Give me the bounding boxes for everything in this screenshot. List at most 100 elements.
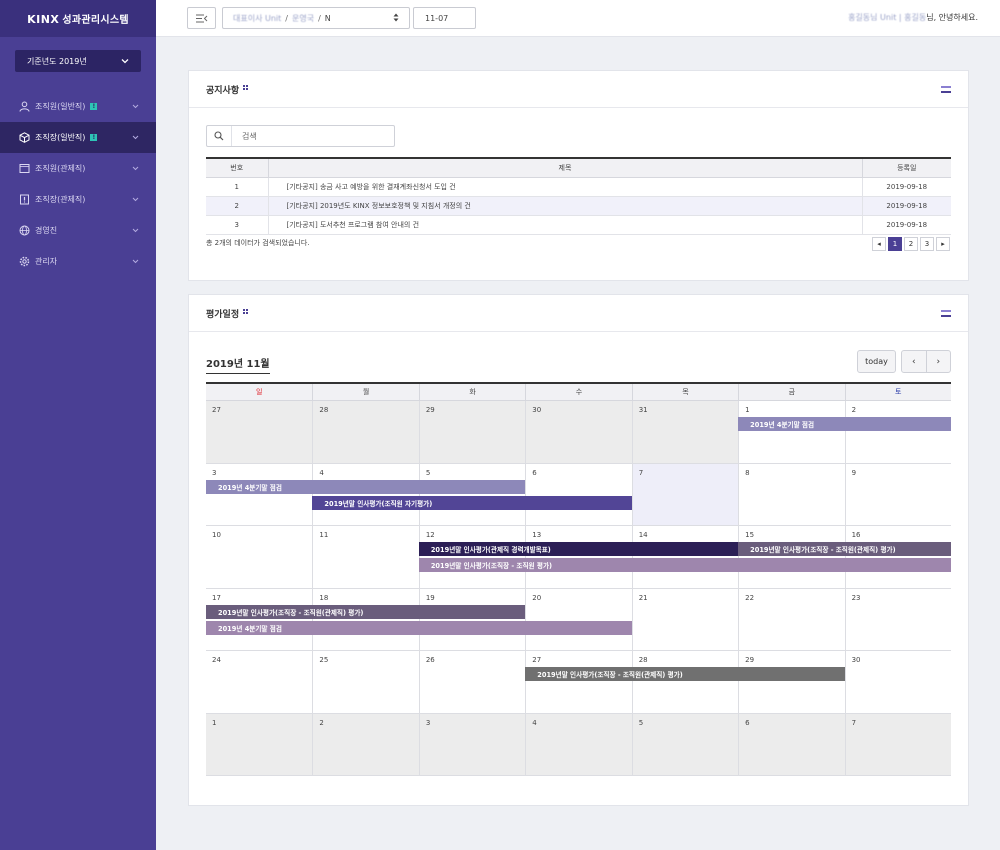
more-dots-icon[interactable] bbox=[243, 308, 249, 314]
day-number: 21 bbox=[638, 593, 648, 602]
column-header-title[interactable]: 제목 bbox=[267, 157, 862, 178]
today-button[interactable]: today bbox=[857, 350, 896, 373]
calendar-day-cell[interactable]: 3 bbox=[206, 464, 312, 526]
pagination: ◂ 1 2 3 ▸ bbox=[872, 237, 950, 251]
sidebar-item-0[interactable]: 조직원(일반직)! bbox=[0, 91, 156, 122]
page-button-1[interactable]: 1 bbox=[888, 237, 902, 251]
calendar-day-cell[interactable]: 30 bbox=[844, 651, 951, 713]
more-dots-icon[interactable] bbox=[243, 84, 249, 90]
collapse-panel-icon[interactable] bbox=[941, 309, 951, 317]
calendar-day-cell[interactable]: 28 bbox=[312, 401, 419, 463]
notice-title: 공지사항 bbox=[206, 83, 249, 96]
day-number: 20 bbox=[532, 593, 542, 602]
calendar-day-cell[interactable]: 10 bbox=[206, 526, 312, 588]
app-logo[interactable]: KINX 성과관리시스템 bbox=[27, 11, 129, 26]
page-button-3[interactable]: 3 bbox=[920, 237, 934, 251]
calendar-event[interactable]: 2019년 4분기말 점검 bbox=[206, 479, 526, 494]
sidebar-item-5[interactable]: 관리자 bbox=[0, 246, 156, 277]
calendar-day-cell[interactable]: 26 bbox=[418, 651, 525, 713]
calendar-event[interactable]: 2019년말 인사평가(조직장 - 조직원(관제직) 평가) bbox=[525, 667, 845, 681]
calendar-event[interactable]: 2019년말 인사평가(조직원 자기평가) bbox=[312, 495, 632, 510]
calendar-day-cell[interactable]: 27 bbox=[525, 651, 631, 713]
calendar-day-cell[interactable]: 7 bbox=[631, 463, 739, 525]
day-number: 27 bbox=[532, 656, 542, 664]
calendar-day-cell[interactable]: 21 bbox=[631, 588, 738, 650]
new-badge: ! bbox=[90, 134, 98, 141]
day-number: 25 bbox=[319, 656, 329, 664]
column-header-no[interactable]: 번호 bbox=[206, 157, 268, 178]
calendar-week: 17 18 19 20 21 22 23 2019년말 인사평가(조직장 - 조직원(관제직)… bbox=[206, 588, 951, 651]
calendar-day-cell[interactable]: 29 bbox=[418, 401, 526, 463]
calendar-day-cell[interactable]: 20 bbox=[525, 588, 631, 650]
calendar-day-cell[interactable]: 15 bbox=[738, 526, 844, 588]
calendar-day-cell[interactable]: 18 bbox=[312, 588, 418, 650]
calendar-day-cell[interactable]: 7 bbox=[844, 713, 951, 775]
sidebar-item-3[interactable]: 조직장(관제직) bbox=[0, 184, 156, 215]
table-row[interactable]: 1 [기타공지] 송금 사고 예방을 위한 결재계좌신청서 도입 건 2019-… bbox=[206, 177, 951, 197]
calendar-day-cell[interactable]: 16 bbox=[844, 526, 951, 588]
table-row[interactable]: 2 [기타공지] 2019년도 KINX 정보보호정책 및 지침서 개정의 건 … bbox=[206, 196, 951, 216]
sidebar-item-4[interactable]: 경영진 bbox=[0, 215, 156, 246]
day-number: 1 bbox=[745, 406, 750, 414]
calendar-day-cell[interactable]: 17 bbox=[206, 589, 312, 651]
next-month-button[interactable]: › bbox=[925, 351, 951, 372]
day-number: 17 bbox=[212, 593, 221, 602]
calendar-day-cell[interactable]: 4 bbox=[525, 713, 632, 775]
calendar-day-cell[interactable]: 13 bbox=[525, 526, 631, 588]
sidebar-toggle-button[interactable] bbox=[187, 7, 216, 29]
calendar-day-cell[interactable]: 31 bbox=[631, 401, 739, 463]
table-row[interactable]: 3 [기타공지] 도서추천 프로그램 참여 안내의 건 2019-09-18 bbox=[206, 215, 951, 235]
calendar-day-cell[interactable]: 6 bbox=[738, 713, 845, 775]
schedule-panel: 평가일정 2019년 11월 today ‹ › 일 월 화 수 목 금 토 2… bbox=[188, 294, 969, 806]
menu-collapse-icon bbox=[195, 14, 207, 22]
notice-title-link[interactable]: [기타공지] 송금 사고 예방을 위한 결재계좌신청서 도입 건 bbox=[267, 177, 862, 197]
calendar-day-cell[interactable]: 5 bbox=[631, 713, 739, 775]
calendar-event[interactable]: 2019년말 인사평가(조직장 - 조직원(관제직) 평가) bbox=[738, 542, 951, 556]
calendar-day-cell[interactable]: 24 bbox=[206, 651, 312, 713]
calendar-day-cell[interactable]: 12 bbox=[418, 526, 525, 588]
calendar-event[interactable]: 2019년말 인사평가(조직장 - 조직원(관제직) 평가) bbox=[206, 604, 526, 619]
notice-search-input[interactable] bbox=[232, 131, 382, 141]
sidebar-item-1[interactable]: 조직장(일반직)! bbox=[0, 122, 156, 153]
prev-page-button[interactable]: ◂ bbox=[872, 237, 886, 251]
calendar-day-cell[interactable]: 8 bbox=[738, 463, 844, 525]
calendar-day-cell[interactable]: 28 bbox=[631, 651, 738, 713]
calendar-day-cell[interactable]: 14 bbox=[631, 526, 738, 588]
calendar-event[interactable]: 2019년말 인사평가(관제직 경력개발목표) bbox=[418, 542, 739, 556]
org-select[interactable]: 대표이사 Unit / 운영국 / N bbox=[222, 7, 410, 29]
page-button-2[interactable]: 2 bbox=[904, 237, 918, 251]
calendar-day-cell[interactable]: 5 bbox=[418, 463, 525, 525]
calendar-day-cell[interactable]: 19 bbox=[418, 588, 525, 650]
calendar-event[interactable]: 2019년 4분기말 점검 bbox=[738, 417, 951, 431]
calendar-day-cell[interactable]: 25 bbox=[312, 651, 418, 713]
calendar-day-cell[interactable]: 1 bbox=[206, 713, 313, 775]
calendar-day-cell[interactable]: 23 bbox=[844, 588, 951, 650]
calendar-day-cell[interactable]: 27 bbox=[206, 401, 313, 463]
notice-title-link[interactable]: [기타공지] 2019년도 KINX 정보보호정책 및 지침서 개정의 건 bbox=[267, 196, 862, 216]
calendar-event[interactable]: 2019년말 인사평가(조직장 - 조직원 평가) bbox=[418, 558, 951, 572]
calendar-day-cell[interactable]: 4 bbox=[312, 463, 418, 525]
column-header-date[interactable]: 등록일 bbox=[861, 157, 951, 178]
calendar-event[interactable]: 2019년 4분기말 점검 bbox=[206, 620, 632, 635]
calendar-day-cell[interactable]: 1 bbox=[738, 401, 844, 463]
search-icon[interactable] bbox=[207, 126, 232, 146]
calendar-day-cell[interactable]: 2 bbox=[312, 713, 419, 775]
calendar-day-cell[interactable]: 30 bbox=[525, 401, 632, 463]
calendar-day-cell[interactable]: 11 bbox=[312, 526, 418, 588]
calendar-day-cell[interactable]: 9 bbox=[844, 463, 951, 525]
year-select[interactable]: 기준년도 2019년 bbox=[15, 50, 141, 72]
calendar-day-cell[interactable]: 2 bbox=[844, 401, 951, 463]
date-code-field[interactable]: 11-07 bbox=[413, 7, 476, 29]
calendar-day-cell[interactable]: 6 bbox=[525, 463, 631, 525]
org-team-name: N bbox=[324, 13, 331, 23]
sidebar-item-label: 조직원(일반직) bbox=[35, 102, 86, 111]
sidebar-item-2[interactable]: 조직원(관제직) bbox=[0, 153, 156, 184]
day-number: 22 bbox=[745, 593, 755, 602]
next-page-button[interactable]: ▸ bbox=[936, 237, 950, 251]
prev-month-button[interactable]: ‹ bbox=[902, 351, 926, 372]
calendar-day-cell[interactable]: 3 bbox=[418, 713, 526, 775]
calendar-day-cell[interactable]: 29 bbox=[738, 651, 844, 713]
collapse-panel-icon[interactable] bbox=[941, 85, 951, 93]
calendar-day-cell[interactable]: 22 bbox=[738, 588, 844, 650]
notice-title-link[interactable]: [기타공지] 도서추천 프로그램 참여 안내의 건 bbox=[267, 215, 862, 235]
